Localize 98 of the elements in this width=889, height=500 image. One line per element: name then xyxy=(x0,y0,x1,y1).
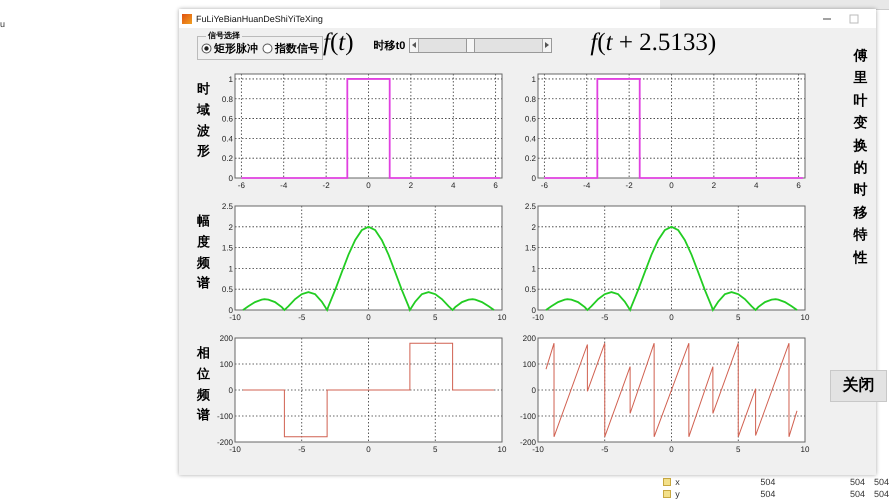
axis-tick-label: 0 xyxy=(532,174,536,183)
variable-value: 504 xyxy=(760,477,776,487)
axis-tick-label: 1 xyxy=(228,74,233,84)
variable-value: 504 xyxy=(850,489,866,499)
axis-tick-label: 0 xyxy=(366,313,371,322)
axis-tick-label: 0 xyxy=(228,306,233,315)
side-title: 傅里叶变换的时移特性 xyxy=(854,47,868,268)
axis-tick-label: -2 xyxy=(322,181,330,190)
axis-tick-label: 4 xyxy=(754,181,758,190)
radio-option[interactable]: 指数信号 xyxy=(262,40,319,56)
slider-thumb[interactable] xyxy=(466,38,476,52)
axis-tick-label: -5 xyxy=(601,445,608,454)
right-arrow-icon xyxy=(545,42,550,48)
axis-tick-label: 0 xyxy=(669,445,674,454)
axis-tick-label: 1 xyxy=(532,264,536,274)
axis-tick-label: 2.5 xyxy=(524,202,536,211)
axis-tick-label: -4 xyxy=(583,181,590,190)
variable-value: 504 xyxy=(874,489,889,499)
axis-label: 幅度频谱 xyxy=(197,213,210,294)
axis-tick-label: 100 xyxy=(220,360,233,369)
axis-tick-label: -100 xyxy=(520,412,536,421)
axis-tick-label: -5 xyxy=(601,313,608,322)
radio-icon[interactable] xyxy=(262,42,273,54)
variable-name: x xyxy=(675,477,681,487)
axis-tick-label: 0 xyxy=(532,386,536,395)
close-button[interactable]: 关闭 xyxy=(830,370,887,402)
horizontal-slider[interactable] xyxy=(409,38,552,52)
axis-tick-label: 1.5 xyxy=(524,244,536,253)
axis-tick-label: 0 xyxy=(366,181,371,190)
axis-tick-label: 200 xyxy=(220,334,233,343)
right-arrow-button[interactable] xyxy=(543,38,552,52)
group-title: 信号选择 xyxy=(206,30,242,41)
plot-title: f(t + 2.5133) xyxy=(590,29,716,57)
axis-tick-label: -4 xyxy=(280,181,288,190)
axis-tick-label: 2 xyxy=(228,222,233,232)
axis-tick-label: -200 xyxy=(217,438,233,447)
axis-tick-label: 1 xyxy=(228,264,233,274)
axis-tick-label: -10 xyxy=(532,313,544,322)
axis-tick-label: 2 xyxy=(712,181,716,190)
axis-tick-label: -5 xyxy=(298,445,306,454)
axis-tick-label: 0 xyxy=(366,445,371,454)
variable-value: 504 xyxy=(874,477,889,487)
axis-tick-label: -10 xyxy=(229,313,241,322)
radio-icon[interactable] xyxy=(201,42,212,54)
variable-name: y xyxy=(675,489,681,499)
axis-tick-label: 5 xyxy=(736,445,740,454)
axis-tick-label: 200 xyxy=(522,334,536,343)
variable-value: 504 xyxy=(760,489,776,499)
axis-tick-label: 0.5 xyxy=(524,285,536,294)
axis-label: 时域波形 xyxy=(197,81,210,162)
axis-tick-label: -10 xyxy=(229,445,241,454)
axis-tick-label: 5 xyxy=(433,313,438,322)
axis-tick-label: -6 xyxy=(238,181,245,190)
axis-tick-label: -6 xyxy=(540,181,548,190)
axis-tick-label: 6 xyxy=(493,181,498,190)
axis-tick-label: -100 xyxy=(217,412,233,421)
axis-tick-label: 2 xyxy=(408,181,414,190)
axis-tick-label: 0 xyxy=(669,181,674,190)
axis-tick-label: 0 xyxy=(228,174,233,183)
axis-tick-label: 0 xyxy=(228,386,233,395)
background-text: u xyxy=(0,19,6,29)
axis-tick-label: -200 xyxy=(520,438,536,447)
window-title: FuLiYeBianHuanDeShiYiTeXing xyxy=(196,14,324,24)
axis-label: 相位频谱 xyxy=(197,345,210,426)
app-icon xyxy=(182,14,192,24)
plot-title: f(t) xyxy=(323,29,354,57)
axis-tick-label: 10 xyxy=(800,313,810,322)
axis-tick-label: 0.2 xyxy=(524,154,536,164)
axis-tick-label: -2 xyxy=(626,181,633,190)
axis-tick-label: 10 xyxy=(498,313,506,322)
axis-tick-label: 2 xyxy=(532,222,536,232)
axis-tick-label: 0.4 xyxy=(524,134,536,144)
axis-tick-label: 1.5 xyxy=(222,244,233,253)
left-arrow-icon xyxy=(412,42,416,48)
variable-value: 504 xyxy=(850,477,866,487)
axis-tick-label: 0.6 xyxy=(222,114,233,124)
axis-tick-label: 0.8 xyxy=(524,94,536,104)
radio-option[interactable]: 矩形脉冲 xyxy=(201,40,258,56)
axis-tick-label: 0.8 xyxy=(222,94,233,104)
axis-tick-label: 0.4 xyxy=(222,134,233,144)
axis-tick-label: 0 xyxy=(532,306,536,315)
axis-tick-label: 2.5 xyxy=(222,202,233,211)
axis-tick-label: -10 xyxy=(532,445,544,454)
left-arrow-button[interactable] xyxy=(410,38,418,52)
axis-tick-label: 100 xyxy=(522,360,536,369)
slider-label: 时移t0 xyxy=(374,38,406,52)
axis-tick-label: 0.6 xyxy=(524,114,536,124)
axis-tick-label: 6 xyxy=(796,181,801,190)
axis-tick-label: 0.5 xyxy=(222,285,233,294)
axis-tick-label: 4 xyxy=(451,181,456,190)
axis-tick-label: 5 xyxy=(736,313,740,322)
axis-tick-label: 0.2 xyxy=(222,154,233,164)
axis-tick-label: 1 xyxy=(532,74,536,84)
axis-tick-label: 5 xyxy=(433,445,438,454)
axis-tick-label: 10 xyxy=(498,445,506,454)
axis-tick-label: -5 xyxy=(298,313,306,322)
axis-tick-label: 10 xyxy=(800,445,810,454)
axis-tick-label: 0 xyxy=(669,313,674,322)
